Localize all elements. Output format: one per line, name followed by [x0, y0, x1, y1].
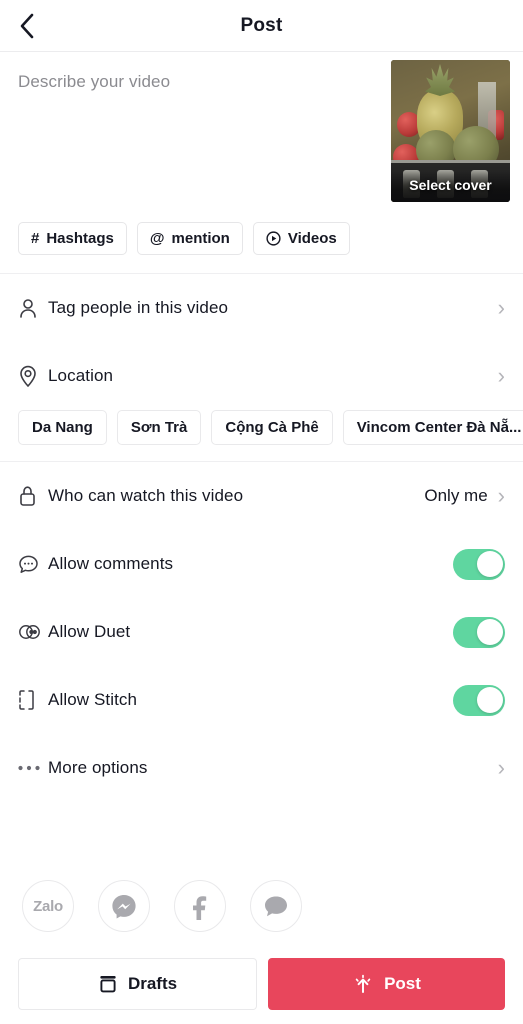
location-chevron-icon: › — [497, 363, 505, 388]
mention-chip-label: mention — [171, 230, 230, 247]
upload-sparkle-icon — [355, 974, 371, 993]
facebook-share-icon[interactable] — [174, 880, 226, 932]
mention-icon: @ — [149, 230, 165, 247]
tag-people-chevron-icon: › — [497, 295, 505, 320]
location-suggestions: Da Nang Sơn Trà Cộng Cà Phê Vincom Cente… — [0, 410, 523, 461]
privacy-chevron-icon: › — [497, 483, 505, 508]
location-row[interactable]: Location › — [0, 342, 523, 410]
caption-section: Describe your video Select cover — [0, 52, 523, 222]
post-button-label: Post — [384, 974, 421, 993]
comment-bubble-icon — [18, 554, 48, 575]
caption-tools: # Hashtags @ mention Videos — [0, 222, 523, 273]
allow-stitch-row: Allow Stitch — [0, 666, 523, 734]
allow-stitch-toggle[interactable] — [453, 684, 505, 716]
archive-box-icon — [100, 976, 116, 993]
location-suggestion-chip[interactable]: Cộng Cà Phê — [211, 410, 333, 445]
lock-icon — [18, 485, 48, 507]
allow-duet-toggle[interactable] — [453, 616, 505, 648]
more-options-label: More options — [48, 758, 148, 777]
footer-actions: Drafts Post — [0, 946, 523, 1024]
tag-people-label: Tag people in this video — [48, 298, 229, 317]
zalo-share-label: Zalo — [33, 897, 63, 915]
allow-comments-row: Allow comments — [0, 530, 523, 598]
video-play-icon — [266, 231, 281, 246]
ellipsis-icon — [18, 765, 48, 771]
allow-duet-label: Allow Duet — [48, 622, 131, 641]
hashtag-icon: # — [31, 230, 40, 247]
hashtags-chip[interactable]: # Hashtags — [18, 222, 127, 255]
allow-comments-toggle[interactable] — [453, 548, 505, 580]
duet-icon — [18, 623, 48, 641]
allow-comments-label: Allow comments — [48, 554, 174, 573]
more-options-row[interactable]: More options › — [0, 734, 523, 802]
allow-stitch-label: Allow Stitch — [48, 690, 138, 709]
location-suggestion-chip[interactable]: Sơn Trà — [116, 410, 202, 445]
mention-chip[interactable]: @ mention — [136, 222, 243, 255]
video-cover-thumbnail[interactable]: Select cover — [391, 60, 510, 202]
privacy-row[interactable]: Who can watch this video Only me › — [0, 462, 523, 530]
drafts-button[interactable]: Drafts — [18, 958, 257, 1010]
more-options-chevron-icon: › — [497, 755, 505, 780]
hashtags-chip-label: Hashtags — [46, 230, 114, 247]
location-label: Location — [48, 366, 114, 385]
select-cover-label[interactable]: Select cover — [391, 171, 510, 202]
sms-share-icon[interactable] — [250, 880, 302, 932]
post-button[interactable]: Post — [268, 958, 505, 1010]
location-suggestion-chip[interactable]: Da Nang — [18, 410, 107, 445]
privacy-value: Only me — [424, 486, 488, 505]
location-pin-icon — [18, 365, 48, 387]
zalo-share-icon[interactable]: Zalo — [22, 880, 74, 932]
location-suggestion-chip[interactable]: Vincom Center Đà Nẵ... — [342, 410, 523, 445]
person-icon — [18, 298, 48, 319]
messenger-share-icon[interactable] — [98, 880, 150, 932]
tag-people-row[interactable]: Tag people in this video › — [0, 274, 523, 342]
privacy-label: Who can watch this video — [48, 486, 244, 505]
app-header: Post — [0, 0, 523, 52]
drafts-button-label: Drafts — [127, 974, 178, 993]
stitch-icon — [18, 689, 48, 711]
videos-chip-label: Videos — [287, 230, 337, 247]
allow-duet-row: Allow Duet — [0, 598, 523, 666]
share-targets: Zalo — [0, 866, 523, 932]
page-title: Post — [240, 14, 283, 36]
videos-chip[interactable]: Videos — [252, 222, 350, 255]
